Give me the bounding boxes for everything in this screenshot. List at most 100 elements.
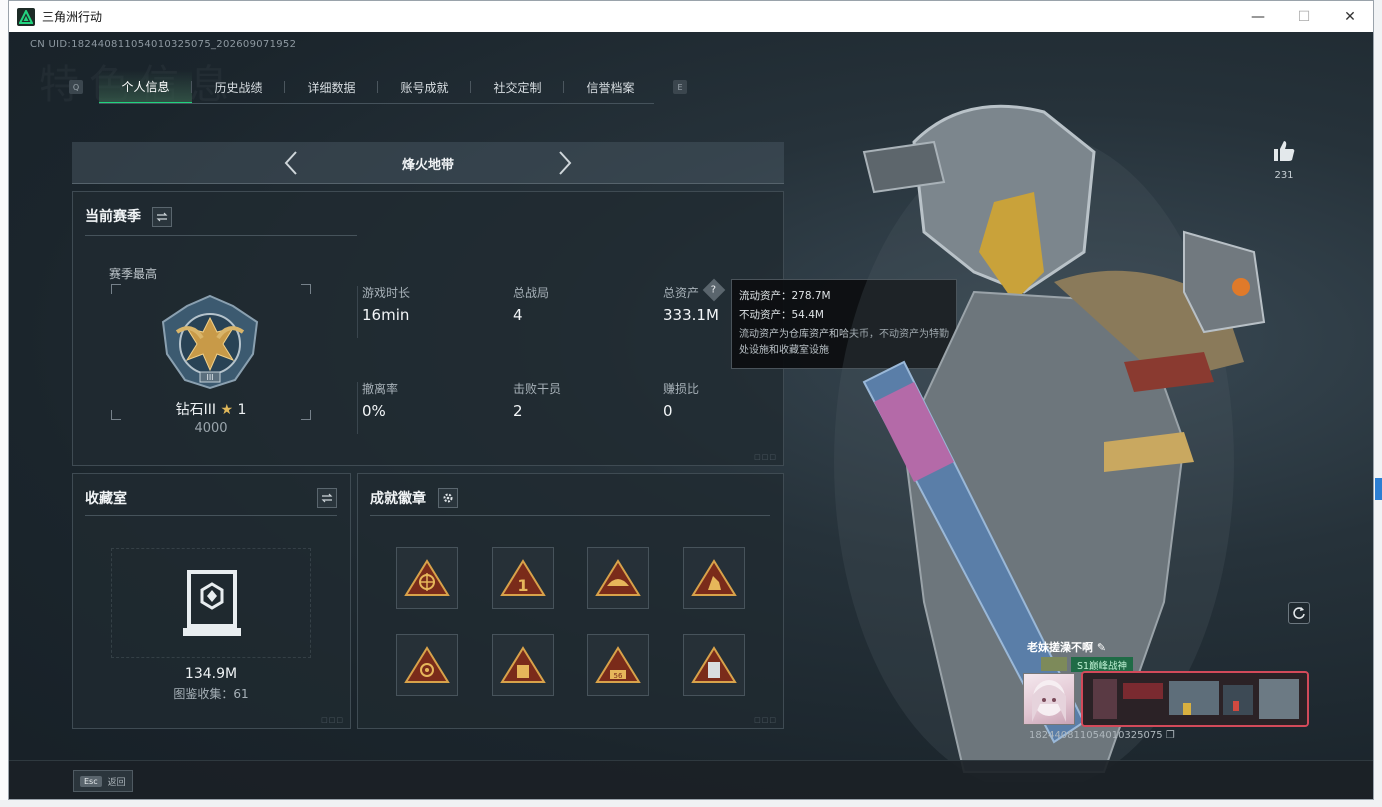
corner-decoration: □□□	[754, 716, 777, 724]
badge-7-icon: 56	[595, 646, 641, 683]
rank-diamond-emblem-icon: III	[161, 294, 259, 390]
achievements-panel: 成就徽章 1 56 □□□	[357, 473, 784, 729]
edit-icon[interactable]: ✎	[1097, 641, 1106, 654]
refresh-button[interactable]	[1288, 602, 1310, 624]
desktop-edge-marker	[1375, 478, 1382, 500]
player-name: 老妹搓澡不啊 ✎	[1027, 641, 1107, 654]
vault-showcase-icon	[183, 570, 241, 636]
tab-credit[interactable]: 信誉档案	[564, 70, 657, 104]
achievement-badge[interactable]	[396, 547, 458, 609]
collection-title-divider	[85, 515, 337, 516]
refresh-icon	[1293, 607, 1305, 619]
achievement-badge[interactable]	[587, 547, 649, 609]
season-switch-button[interactable]	[152, 207, 172, 227]
mode-selector: 烽火地带	[72, 142, 784, 184]
extract-rate-label: 撤离率	[362, 382, 399, 396]
svg-text:1: 1	[517, 576, 528, 595]
player-namecard[interactable]: 老妹搓澡不啊 ✎ S1巅峰战神 182440811054010325075 ❐	[1019, 637, 1311, 747]
tab-personal-info[interactable]: 个人信息	[99, 70, 192, 104]
tab-detailed-data[interactable]: 详细数据	[285, 70, 378, 104]
copy-icon[interactable]: ❐	[1166, 730, 1175, 741]
back-button[interactable]: Esc 返回	[73, 770, 133, 792]
tab-social[interactable]: 社交定制	[471, 70, 564, 104]
desktop-edge-left	[0, 0, 8, 807]
badge-4-icon	[691, 559, 737, 596]
profile-tabs: Q 个人信息 历史战绩 详细数据 账号成就 社交定制 信誉档案 E	[69, 70, 687, 104]
kills-label: 击败干员	[513, 382, 562, 396]
profit-ratio-label: 赚损比	[663, 382, 700, 396]
back-label: 返回	[107, 777, 126, 788]
namecard-uid: 182440811054010325075 ❐	[1029, 730, 1175, 741]
matches-value: 4	[513, 306, 523, 324]
gear-icon	[443, 493, 453, 503]
collection-title: 收藏室	[85, 491, 127, 507]
avatar-portrait-icon	[1032, 680, 1066, 722]
tab-history[interactable]: 历史战绩	[192, 70, 285, 104]
rank-points: 4000	[194, 421, 228, 436]
uid-label: CN UID:182440811054010325075_20260907195…	[30, 39, 297, 50]
like-count: 231	[1274, 170, 1294, 181]
maximize-button[interactable]: ☐	[1281, 1, 1327, 32]
achievement-badge[interactable]: 1	[492, 547, 554, 609]
achievement-badge[interactable]	[683, 547, 745, 609]
achievement-badge[interactable]: 56	[587, 634, 649, 696]
tab-next-key[interactable]: E	[673, 80, 687, 94]
app-logo-icon	[17, 7, 35, 26]
badge-6-icon	[500, 646, 546, 683]
stat-separator	[357, 286, 358, 338]
achievements-title-divider	[370, 515, 770, 516]
mode-title: 烽火地带	[401, 158, 454, 173]
switch-icon	[321, 493, 333, 503]
game-window: 三角洲行动 — ☐ ✕ 特色信息 CN UID:1824408110540103…	[8, 0, 1374, 800]
badge-2-icon: 1	[500, 559, 546, 596]
svg-text:III: III	[206, 373, 213, 382]
extract-rate-value: 0%	[362, 402, 386, 420]
playtime-label: 游戏时长	[362, 286, 411, 300]
pixel-art-banner-icon	[1083, 673, 1307, 725]
like-widget[interactable]: 231	[1271, 140, 1297, 181]
achievements-settings-button[interactable]	[438, 488, 458, 508]
achievement-badge[interactable]	[492, 634, 554, 696]
kills-value: 2	[513, 402, 523, 420]
collection-catalog: 图鉴收集：61	[173, 687, 249, 701]
bottom-bar: Esc 返回	[9, 760, 1373, 799]
title-bar: 三角洲行动 — ☐ ✕	[9, 1, 1373, 32]
frame-corner-tl	[111, 284, 121, 294]
background-app-strip	[0, 800, 1382, 807]
season-peak-label: 赛季最高	[109, 267, 158, 281]
total-assets-value: 333.1M	[663, 306, 719, 324]
title-emblem-icon	[1041, 657, 1067, 671]
badge-5-icon	[404, 646, 450, 683]
minimize-button[interactable]: —	[1235, 1, 1281, 32]
next-mode-arrow-icon[interactable]	[549, 148, 579, 178]
svg-text:56: 56	[614, 672, 623, 680]
help-icon[interactable]: ?	[702, 278, 726, 302]
badge-8-icon	[691, 646, 737, 683]
tab-prev-key[interactable]: Q	[69, 80, 83, 94]
achievement-badge[interactable]	[683, 634, 745, 696]
window-title: 三角洲行动	[42, 10, 103, 24]
close-button[interactable]: ✕	[1327, 1, 1373, 32]
season-title: 当前赛季	[85, 209, 141, 225]
game-viewport: 特色信息 CN UID:182440811054010325075_202609…	[9, 32, 1373, 799]
desktop-edge-right	[1374, 0, 1382, 807]
switch-icon	[156, 212, 168, 222]
corner-decoration: □□□	[754, 453, 777, 461]
corner-decoration: □□□	[321, 716, 344, 724]
rank-stars: 1	[237, 402, 247, 418]
frame-corner-tr	[301, 284, 311, 294]
tab-achievements[interactable]: 账号成就	[378, 70, 471, 104]
player-title-badge: S1巅峰战神	[1071, 657, 1133, 672]
collection-panel: 收藏室 134.9M 图鉴收集：61 □□□	[72, 473, 351, 729]
achievement-badge[interactable]	[396, 634, 458, 696]
matches-label: 总战局	[513, 286, 550, 300]
collection-switch-button[interactable]	[317, 488, 337, 508]
player-avatar[interactable]	[1023, 673, 1075, 725]
badge-1-icon	[404, 559, 450, 596]
collection-value: 134.9M	[184, 666, 238, 682]
season-title-divider	[85, 235, 357, 236]
achievements-title: 成就徽章	[370, 491, 426, 507]
rank-name: 钻石III	[175, 402, 216, 418]
rank-name-row: 钻石III ★ 1	[111, 399, 311, 419]
player-banner	[1081, 671, 1309, 727]
